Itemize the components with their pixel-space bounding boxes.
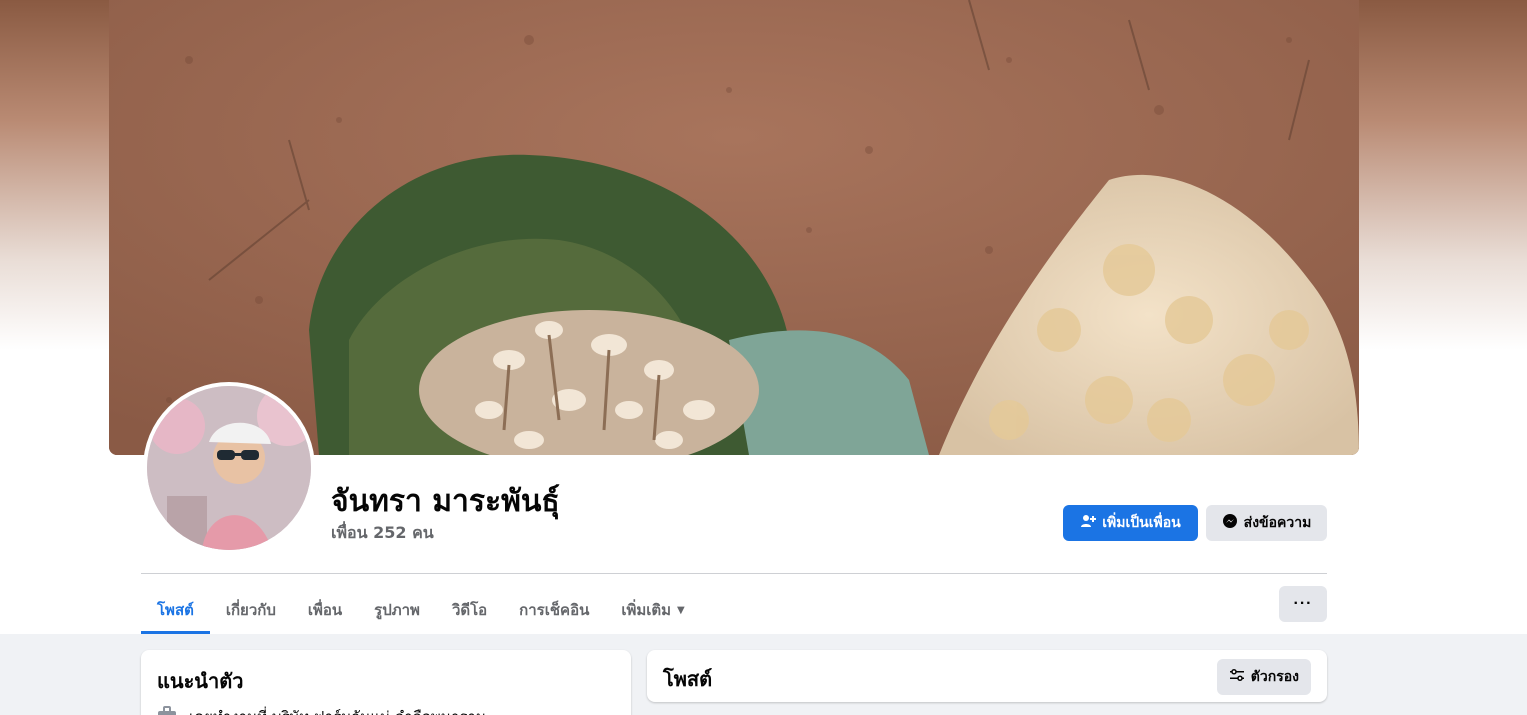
intro-card: แนะนำตัว เคยทำงานที่ บริษัท ฟาร์มกันแน่ … [141, 650, 631, 715]
tab-label: การเช็คอิน [519, 601, 590, 619]
intro-work-text: เคยทำงานที่ บริษัท ฟาร์มกันแน่ ลำลือพนาร… [189, 705, 486, 715]
cover-photo[interactable] [109, 0, 1359, 455]
filter-button[interactable]: ตัวกรอง [1216, 659, 1311, 695]
send-message-button[interactable]: ส่งข้อความ [1206, 505, 1327, 541]
filter-icon [1229, 667, 1245, 687]
tab-label: วิดีโอ [451, 601, 488, 619]
add-friend-label: เพิ่มเป็นเพื่อน [1102, 515, 1181, 531]
briefcase-icon [157, 706, 177, 715]
chevron-down-icon: ▼ [677, 604, 685, 616]
profile-photo-image [147, 386, 311, 550]
send-message-label: ส่งข้อความ [1243, 515, 1312, 531]
tab-videos[interactable]: วิดีโอ [436, 586, 503, 634]
tab-photos[interactable]: รูปภาพ [358, 586, 436, 634]
tab-about[interactable]: เกี่ยวกับ [210, 586, 292, 634]
tab-label: เกี่ยวกับ [225, 601, 276, 619]
filter-label: ตัวกรอง [1250, 669, 1299, 685]
tab-posts[interactable]: โพสต์ [141, 586, 210, 634]
tab-label: เพิ่มเติม [621, 601, 672, 619]
messenger-icon [1222, 513, 1238, 533]
add-friend-icon [1080, 513, 1097, 533]
posts-title: โพสต์ [663, 667, 713, 691]
tab-friends[interactable]: เพื่อน [292, 586, 358, 634]
profile-name: จันทรา มาระพันธุ์ [331, 484, 560, 519]
tab-label: เพื่อน [307, 601, 343, 619]
tab-checkins[interactable]: การเช็คอิน [503, 586, 605, 634]
tab-label: รูปภาพ [374, 601, 420, 619]
add-friend-button[interactable]: เพิ่มเป็นเพื่อน [1063, 505, 1198, 541]
profile-tabs: โพสต์ เกี่ยวกับ เพื่อน รูปภาพ วิดีโอ การ… [141, 586, 701, 634]
intro-title: แนะนำตัว [157, 669, 244, 693]
header-divider [141, 573, 1327, 574]
posts-card: โพสต์ ตัวกรอง [647, 650, 1327, 702]
intro-work-item: เคยทำงานที่ บริษัท ฟาร์มกันแน่ ลำลือพนาร… [157, 705, 486, 715]
tab-label: โพสต์ [157, 601, 194, 619]
profile-picture[interactable] [143, 382, 315, 554]
tab-more[interactable]: เพิ่มเติม ▼ [605, 586, 700, 634]
friends-count[interactable]: เพื่อน 252 คน [331, 521, 434, 546]
more-options-button[interactable]: ··· [1279, 586, 1327, 622]
